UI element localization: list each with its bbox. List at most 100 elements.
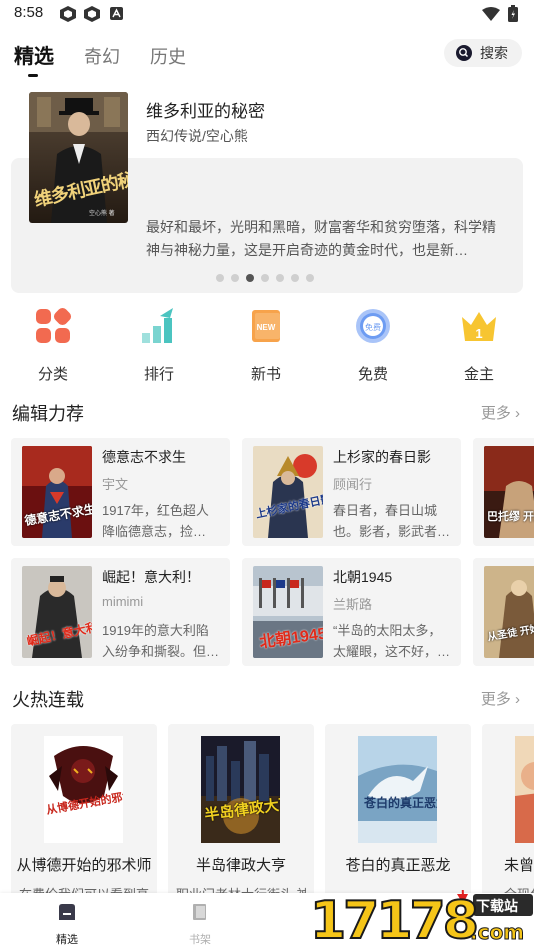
search-icon [456, 45, 472, 61]
tab-fantasy[interactable]: 奇幻 [84, 43, 120, 69]
book-cover: 从圣徒 开始 [484, 566, 534, 658]
book-card[interactable]: 北朝1945 北朝1945 兰斯路 “半岛的太阳太多，太耀眼，这不好，… [242, 558, 461, 666]
category-label: 免费 [357, 366, 388, 383]
cover-title: 苍白的真正恶龙 [364, 796, 437, 810]
watermark-domain: .com [469, 920, 525, 945]
book-cover: 从博德开始的邪术师 [44, 736, 123, 843]
category-new-books[interactable]: NEW 新书 [226, 306, 306, 384]
carousel-indicator [216, 274, 314, 282]
hero-title: 维多利亚的秘密 [146, 102, 265, 121]
carousel-dot[interactable] [261, 274, 269, 282]
category-label: 排行 [143, 366, 174, 383]
book-cover: 上杉家的春日影 [253, 446, 323, 538]
nav-featured[interactable]: 精选 [37, 901, 97, 947]
svg-text:NEW: NEW [257, 323, 276, 332]
chevron-right-icon: › [515, 691, 520, 708]
hot-serial-title: 火热连载 [12, 690, 84, 710]
free-badge-icon: 免费 [356, 309, 390, 343]
category-ranking[interactable]: 排行 [119, 306, 199, 384]
nav-label: 精选 [56, 934, 78, 946]
category-label: 分类 [37, 366, 68, 383]
watermark-badge: 下载站 [476, 899, 518, 915]
book-description: 1917年，红色超人降临德意志，捡… [102, 503, 209, 539]
svg-text:免费: 免费 [365, 322, 381, 332]
book-card[interactable]: 崛起！意大利！ 崛起！意大利！ mimimi 1919年的意大利陷入纷争和撕裂。… [11, 558, 230, 666]
book-title: 从博德开始的邪术师 [16, 857, 152, 874]
nav-label: 书架 [189, 934, 211, 946]
book-title: 未曾 [504, 857, 534, 874]
nav-bookshelf[interactable]: 书架 [170, 901, 230, 947]
book-title: 上杉家的春日影 [333, 449, 431, 465]
category-classify[interactable]: 分类 [13, 306, 93, 384]
editor-picks-more-link[interactable]: 更多 › [481, 402, 520, 423]
watermark-number: 17178 [309, 891, 480, 950]
book-card[interactable]: 德意志不求生 德意志不求生 宇文 1917年，红色超人降临德意志，捡… [11, 438, 230, 546]
category-row: 分类 排行 NEW 新书 免费 免费 1 金主 [0, 306, 534, 386]
chevron-right-icon: › [515, 405, 520, 422]
search-label: 搜索 [480, 45, 508, 61]
carousel-dot[interactable] [291, 274, 299, 282]
category-label: 新书 [250, 366, 281, 383]
hero-cover-author: 空心熊 著 [89, 211, 115, 217]
book-cover: 崛起！意大利！ [22, 566, 92, 658]
book-cover: 巴托缪 开航 [484, 446, 534, 538]
hero-book-cover[interactable]: 维多利亚的秘密 空心熊 著 [29, 92, 128, 223]
category-label: 金主 [463, 366, 494, 383]
serial-book-card-partial[interactable]: 未曾 全现代 [482, 724, 534, 904]
hero-description: 最好和最坏，光明和黑暗，财富奢华和贫穷堕落，科学精神与神秘力量，这是开启奇迹的黄… [146, 219, 496, 258]
tab-featured[interactable]: 精选 [14, 40, 54, 69]
book-cover: 半岛律政大亨 [201, 736, 280, 843]
crown-icon: 1 [462, 312, 496, 341]
carousel-dot[interactable] [306, 274, 314, 282]
category-patron[interactable]: 1 金主 [439, 306, 519, 384]
battery-icon [508, 5, 518, 22]
category-free[interactable]: 免费 免费 [333, 306, 413, 384]
book-title: 苍白的真正恶龙 [345, 857, 451, 874]
more-label: 更多 [480, 405, 511, 422]
more-label: 更多 [480, 691, 511, 708]
hero-subtitle: 西幻传说/空心熊 [146, 128, 248, 144]
carousel-dot[interactable] [216, 274, 224, 282]
book-title: 德意志不求生 [102, 449, 186, 465]
wifi-icon [482, 6, 500, 21]
carousel-dot[interactable] [276, 274, 284, 282]
serial-book-card[interactable]: 从博德开始的邪术师 从博德开始的邪术师 在费伦我们可以看到高 [11, 724, 157, 904]
site-watermark: 17178 .com 下载站 [309, 769, 534, 950]
app-notification-icon [84, 6, 100, 22]
hot-serial-more-link[interactable]: 更多 › [481, 688, 520, 709]
book-card-partial[interactable]: 巴托缪 开航 [473, 438, 534, 546]
book-author: 兰斯路 [333, 597, 373, 612]
book-cover: 苍白的真正恶龙 [358, 736, 437, 843]
search-button[interactable]: 搜索 [444, 39, 522, 67]
status-bar: 8:58 [0, 0, 534, 28]
grid-icon [36, 307, 72, 343]
home-icon [59, 904, 75, 920]
book-card[interactable]: 上杉家的春日影 上杉家的春日影 顾闻行 春日者，春日山城也。影者，影武者… [242, 438, 461, 546]
carousel-dot[interactable] [231, 274, 239, 282]
book-title: 半岛律政大亨 [195, 857, 286, 874]
top-tabs: 精选 奇幻 历史 [14, 40, 186, 69]
book-author: mimimi [102, 594, 144, 609]
app-notification-icon [60, 6, 76, 22]
book-author: 顾闻行 [333, 477, 373, 492]
book-cover: 北朝1945 [253, 566, 323, 658]
book-description: 1919年的意大利陷入纷争和撕裂。但… [102, 623, 220, 659]
book-title: 北朝1945 [333, 569, 393, 585]
book-card-partial[interactable]: 从圣徒 开始 [473, 558, 534, 666]
bookshelf-icon [193, 904, 206, 920]
svg-text:1: 1 [475, 326, 482, 341]
book-description: “半岛的太阳太多，太耀眼，这不好，… [333, 623, 451, 659]
book-cover: 德意志不求生 [22, 446, 92, 538]
carousel-dot-active[interactable] [246, 274, 254, 282]
book-author: 宇文 [102, 477, 129, 492]
tab-history[interactable]: 历史 [150, 43, 186, 69]
text-notification-icon [110, 7, 123, 20]
status-time: 8:58 [14, 4, 44, 21]
book-description: 春日者，春日山城也。影者，影武者… [333, 503, 451, 539]
serial-book-card[interactable]: 半岛律政大亨 半岛律政大亨 职业门老林士行街头 神 [168, 724, 314, 904]
serial-book-card[interactable]: 苍白的真正恶龙 苍白的真正恶龙 [325, 724, 471, 904]
ranking-icon [142, 308, 173, 343]
book-cover [515, 736, 534, 843]
new-book-icon: NEW [252, 310, 280, 342]
cover-title: 巴托缪 开航 [487, 511, 534, 523]
